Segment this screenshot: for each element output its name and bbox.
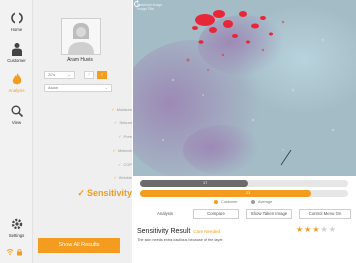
result-description: The skin needs extra cautious because of… — [137, 238, 224, 242]
person-icon — [11, 43, 22, 56]
control-menu-button[interactable]: Control Menu On — [299, 209, 351, 219]
nav-view-label: View — [11, 120, 22, 125]
nav-analysis[interactable]: Analysis — [0, 72, 33, 93]
star-filled-icon: ★ — [296, 225, 305, 234]
left-nav-rail: Home Customer Analysis View Settings — [0, 0, 33, 263]
action-tabs: Analysis Compare Show Taken Image Contro… — [140, 209, 352, 219]
age-select[interactable]: 20's ⌄ — [44, 71, 75, 79]
metric-item-cop[interactable]: ✓ COP — [118, 162, 132, 167]
customer-score-fill — [140, 180, 248, 187]
star-empty-icon: ★ — [328, 225, 337, 234]
metric-item-moisture[interactable]: ✓ Moisture — [111, 107, 132, 112]
metric-item-sensitivity[interactable]: ✓ Sensitivity — [77, 188, 132, 199]
check-icon: ✓ — [117, 162, 122, 167]
nav-view[interactable]: View — [0, 104, 33, 125]
skin-image[interactable]: Polarized Image Image Title — [133, 0, 356, 176]
status-icons — [6, 249, 22, 256]
average-score-value: 23 — [246, 191, 251, 195]
metric-item-melanin[interactable]: ✓ Melanin — [113, 148, 132, 153]
average-score-fill — [140, 190, 311, 197]
tab-analysis[interactable]: Analysis — [146, 209, 184, 219]
home-icon — [10, 12, 23, 24]
female-icon: ♀ — [100, 72, 104, 78]
star-empty-icon: ★ — [320, 225, 329, 234]
check-icon: ✓ — [77, 188, 85, 198]
compare-button[interactable]: Compare — [193, 209, 239, 219]
show-all-results-button[interactable]: Show All Results — [38, 238, 120, 253]
legend-customer: Customer — [214, 200, 237, 204]
average-score-bar: 23 — [140, 190, 348, 197]
chevron-down-icon: ⌄ — [104, 85, 108, 90]
ethnicity-select-value: Asian — [48, 85, 59, 90]
nav-analysis-label: Analysis — [8, 88, 25, 93]
check-icon: ✓ — [113, 175, 117, 180]
star-filled-icon: ★ — [312, 225, 321, 234]
avatar[interactable] — [61, 18, 101, 55]
legend-dot — [214, 200, 218, 204]
nav-settings[interactable]: Settings — [0, 217, 33, 238]
legend-average: Average — [251, 200, 272, 204]
gender-male-toggle[interactable]: ♂ — [84, 71, 94, 79]
metric-item-sebum[interactable]: ✓ Sebum — [114, 120, 132, 125]
nav-home[interactable]: Home — [0, 11, 33, 32]
check-icon: ✓ — [113, 120, 118, 125]
customer-score-bar: 17 — [140, 180, 348, 187]
customer-name: Aram Huvis — [67, 57, 93, 63]
gender-female-toggle[interactable]: ♀ — [97, 71, 107, 79]
age-select-value: 20's — [48, 72, 56, 77]
nav-settings-label: Settings — [8, 233, 25, 238]
show-taken-image-button[interactable]: Show Taken Image — [246, 209, 292, 219]
search-icon — [11, 105, 23, 118]
check-icon: ✓ — [111, 107, 115, 112]
nav-customer-label: Customer — [7, 58, 26, 63]
avatar-silhouette-icon — [68, 23, 94, 54]
flame-icon — [12, 73, 21, 85]
male-icon: ♂ — [87, 72, 91, 78]
rating-stars: ★★★★★ — [296, 225, 337, 234]
skin-image-graphic — [133, 0, 356, 176]
check-icon: ✓ — [118, 134, 122, 139]
legend-dot — [251, 200, 255, 204]
wifi-icon — [6, 249, 14, 255]
metric-item-pore[interactable]: ✓ Pore — [118, 134, 132, 139]
lock-icon — [17, 249, 22, 256]
check-icon: ✓ — [112, 148, 116, 153]
status-badge: Care Needed — [193, 229, 221, 234]
gear-icon — [11, 218, 22, 230]
chevron-down-icon: ⌄ — [67, 72, 71, 77]
metric-item-wrinkle[interactable]: ✓ Wrinkle — [113, 175, 132, 180]
rotate-icon[interactable] — [133, 0, 141, 8]
ethnicity-select[interactable]: Asian ⌄ — [44, 84, 112, 92]
result-title: Sensitivity Result Care Needed — [137, 228, 221, 235]
nav-customer[interactable]: Customer — [0, 42, 33, 63]
nav-home-label: Home — [10, 27, 23, 32]
customer-score-value: 17 — [203, 181, 208, 185]
